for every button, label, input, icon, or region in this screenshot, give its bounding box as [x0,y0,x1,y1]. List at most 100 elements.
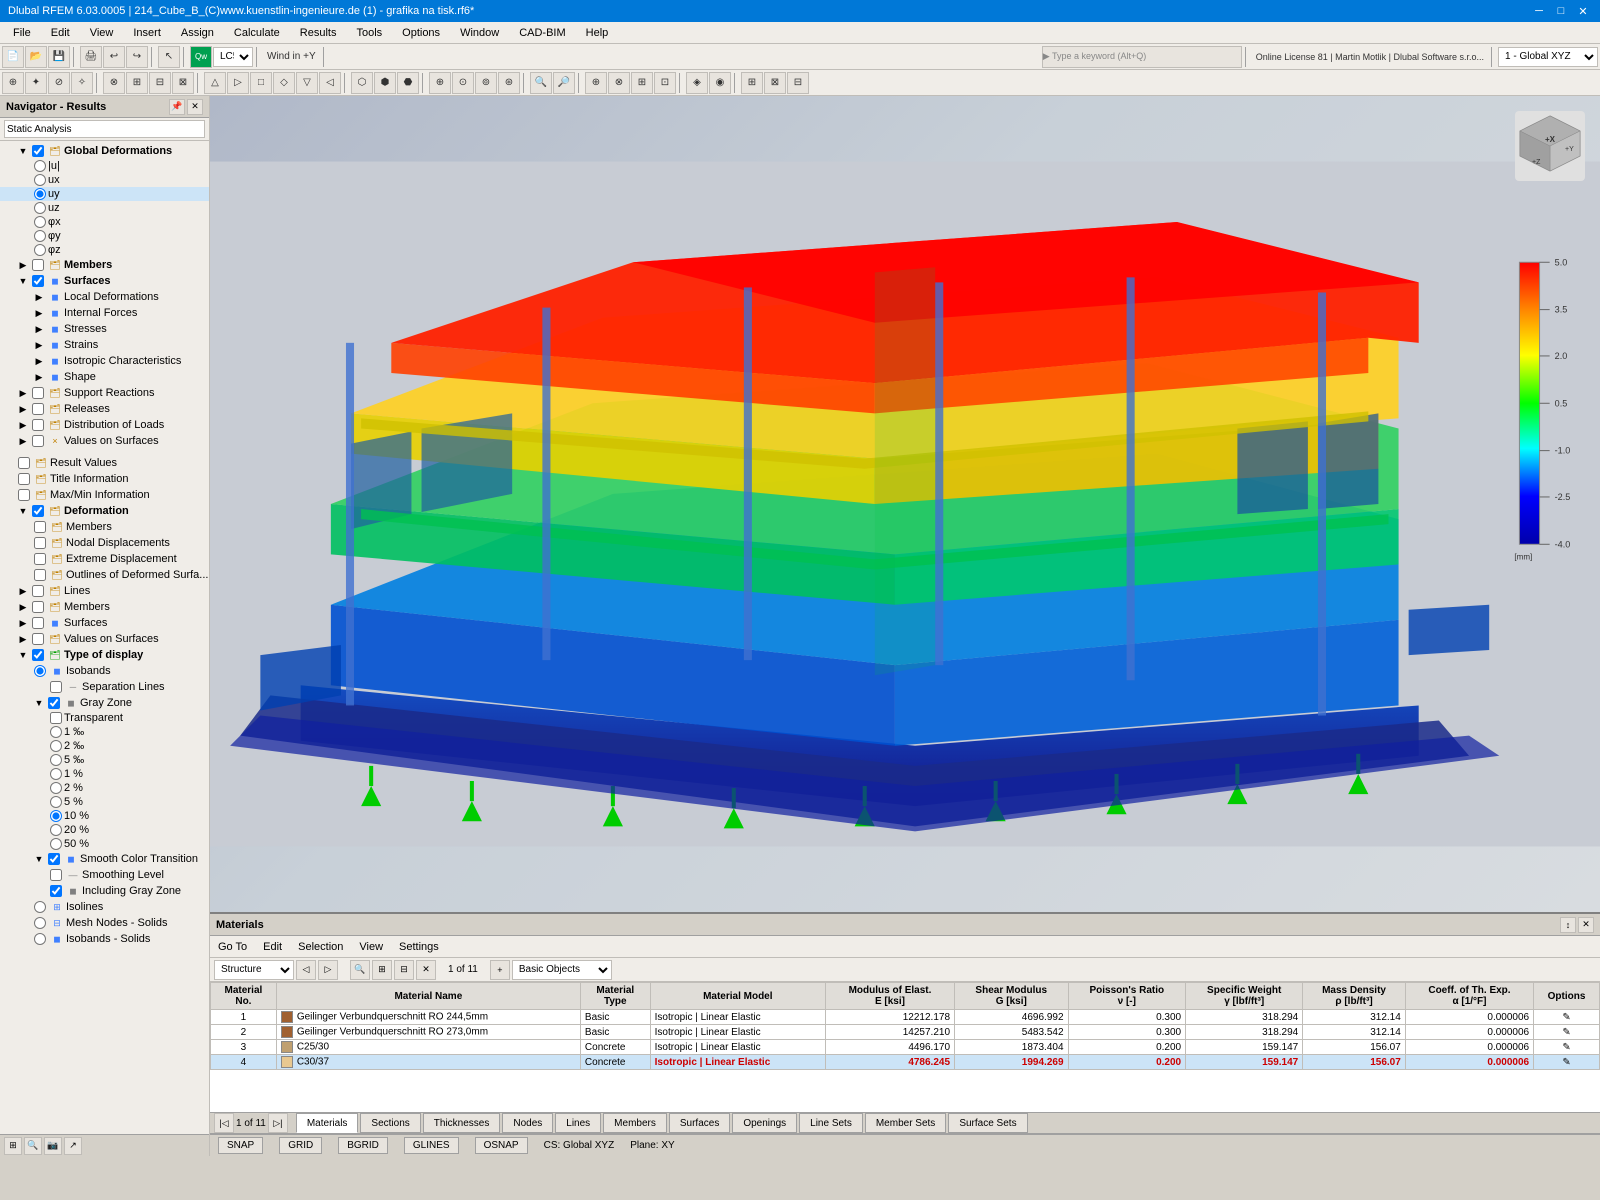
tb2-12[interactable]: ◇ [273,72,295,94]
tree-item-values-surf[interactable]: ▶ × Values on Surfaces [0,433,209,449]
tree-item-lines[interactable]: ▶ 🗂 Lines [0,583,209,599]
tab-materials[interactable]: Materials [296,1113,359,1133]
menu-item-assign[interactable]: Assign [172,24,223,42]
menu-item-window[interactable]: Window [451,24,508,42]
del-btn[interactable]: ✕ [416,960,436,980]
nav-pin-btn[interactable]: 📌 [169,99,185,115]
expander-surfaces[interactable]: ▼ [16,274,30,288]
radio-10pct[interactable] [50,810,62,822]
tree-item-phix[interactable]: φx [0,215,209,229]
tree-item-local-def[interactable]: ▶ ◼ Local Deformations [0,289,209,305]
tree-item-nodal-disp[interactable]: 🗂 Nodal Displacements [0,535,209,551]
tb2-27[interactable]: ⊡ [654,72,676,94]
nav-next-btn[interactable]: ▷ [318,960,338,980]
expander-deformation[interactable]: ▼ [16,504,30,518]
nav-cam-btn[interactable]: 📷 [44,1137,62,1155]
nav-search-input[interactable] [4,120,205,138]
expander-strains[interactable]: ▶ [32,338,46,352]
menu-item-cad-bim[interactable]: CAD-BIM [510,24,574,42]
tb2-5[interactable]: ⊗ [103,72,125,94]
check-seplines[interactable] [50,681,62,693]
tree-item-2pct[interactable]: 2 % [0,781,209,795]
expander-lines[interactable]: ▶ [16,584,30,598]
radio-2pct[interactable] [50,782,62,794]
tab-prev-btn[interactable]: |◁ [214,1113,234,1133]
minimize-button[interactable]: ─ [1530,2,1548,20]
radio-20pct[interactable] [50,824,62,836]
expander-typedisplay[interactable]: ▼ [16,648,30,662]
radio-1pct[interactable] [50,768,62,780]
tb2-24[interactable]: ⊕ [585,72,607,94]
nav-extra-btn[interactable]: ↗ [64,1137,82,1155]
expander-localdef[interactable]: ▶ [32,290,46,304]
tree-item-isobands-solids[interactable]: ◼ Isobands - Solids [0,931,209,947]
tree-item-deformation[interactable]: ▼ 🗂 Deformation [0,503,209,519]
tb2-21[interactable]: ⊛ [498,72,520,94]
tree-item-type-display[interactable]: ▼ 🗂 Type of display [0,647,209,663]
tb2-32[interactable]: ⊟ [787,72,809,94]
table-row[interactable]: 4 C30/37 Concrete Isotropic | Linear Ela… [211,1055,1600,1070]
check-maxmin[interactable] [18,489,30,501]
table-row[interactable]: 2 Geilinger Verbundquerschnitt RO 273,0m… [211,1025,1600,1040]
tree-item-shape[interactable]: ▶ ◼ Shape [0,369,209,385]
radio-phix[interactable] [34,216,46,228]
radio-uy[interactable] [34,188,46,200]
tree-item-phiz[interactable]: φz [0,243,209,257]
menu-item-file[interactable]: File [4,24,40,42]
check-releases[interactable] [32,403,44,415]
tab-surfaces[interactable]: Surfaces [669,1113,730,1133]
check-outlines[interactable] [34,569,46,581]
tb2-1[interactable]: ⊕ [2,72,24,94]
expander-grayzone[interactable]: ▼ [32,696,46,710]
check-grayzone[interactable] [48,697,60,709]
tree-item-extreme-disp[interactable]: 🗂 Extreme Displacement [0,551,209,567]
expander-members2[interactable]: ▶ [16,600,30,614]
tb2-2[interactable]: ✦ [25,72,47,94]
cell-options[interactable]: ✎ [1534,1025,1600,1040]
menu-item-options[interactable]: Options [393,24,449,42]
mat-menu-selection[interactable]: Selection [294,939,347,955]
tree-item-title-info[interactable]: 🗂 Title Information [0,471,209,487]
tab-surface-sets[interactable]: Surface Sets [948,1113,1027,1133]
expander-members[interactable]: ▶ [16,258,30,272]
table-row[interactable]: 1 Geilinger Verbundquerschnitt RO 244,5m… [211,1010,1600,1025]
radio-2ppm[interactable] [50,740,62,752]
cell-options[interactable]: ✎ [1534,1040,1600,1055]
check-members[interactable] [32,259,44,271]
tree-item-releases[interactable]: ▶ 🗂 Releases [0,401,209,417]
tree-item-incl-gray[interactable]: ◼ Including Gray Zone [0,883,209,899]
copy-btn[interactable]: ⊞ [372,960,392,980]
tab-lines[interactable]: Lines [555,1113,601,1133]
close-button[interactable]: ✕ [1574,2,1592,20]
tab-members[interactable]: Members [603,1113,667,1133]
tree-item-uz[interactable]: uz [0,201,209,215]
tb2-3[interactable]: ⊘ [48,72,70,94]
tab-member-sets[interactable]: Member Sets [865,1113,946,1133]
paste-btn[interactable]: ⊟ [394,960,414,980]
menu-item-edit[interactable]: Edit [42,24,79,42]
tb2-10[interactable]: ▷ [227,72,249,94]
tree-item-uy[interactable]: uy [0,187,209,201]
mat-menu-view[interactable]: View [355,939,387,955]
tb2-22[interactable]: 🔍 [530,72,552,94]
panel-expand-btn[interactable]: ↕ [1560,917,1576,933]
radio-meshnodes[interactable] [34,917,46,929]
tab-next-btn[interactable]: ▷| [268,1113,288,1133]
check-defmembers[interactable] [34,521,46,533]
check-nodaldisp[interactable] [34,537,46,549]
tree-item-strains[interactable]: ▶ ◼ Strains [0,337,209,353]
menu-item-calculate[interactable]: Calculate [225,24,289,42]
filter-btn[interactable]: 🔍 [350,960,370,980]
tree-item-result-values[interactable]: 🗂 Result Values [0,455,209,471]
tree-item-sep-lines[interactable]: ─ Separation Lines [0,679,209,695]
expander-distloads[interactable]: ▶ [16,418,30,432]
status-bgrid[interactable]: BGRID [338,1137,388,1154]
check-global-def[interactable] [32,145,44,157]
open-btn[interactable]: 📂 [25,46,47,68]
radio-5pct[interactable] [50,796,62,808]
expander-releases[interactable]: ▶ [16,402,30,416]
check-surfaces2[interactable] [32,617,44,629]
menu-item-tools[interactable]: Tools [347,24,391,42]
tb2-28[interactable]: ◈ [686,72,708,94]
check-valuessurf[interactable] [32,435,44,447]
